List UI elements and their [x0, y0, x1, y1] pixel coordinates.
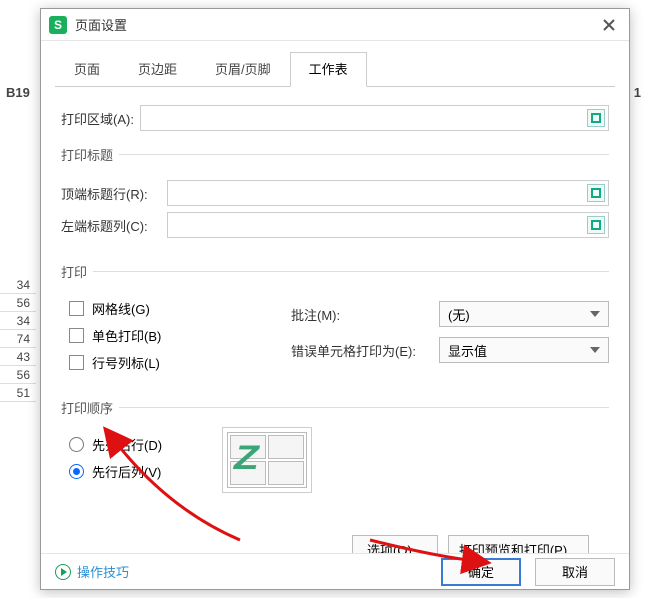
range-picker-icon[interactable] — [587, 184, 605, 202]
page-setup-dialog: S 页面设置 页面 页边距 页眉/页脚 工作表 打印区域(A): 打印标题 顶端… — [40, 8, 630, 590]
order-down-over-radio[interactable] — [69, 437, 84, 452]
dialog-title: 页面设置 — [75, 15, 597, 34]
gridlines-label: 网格线(G) — [92, 299, 150, 318]
errors-value: 显示值 — [448, 341, 487, 360]
top-title-rows-label: 顶端标题行(R): — [61, 184, 161, 203]
tips-link[interactable]: 操作技巧 — [77, 562, 129, 581]
tabs: 页面 页边距 页眉/页脚 工作表 — [41, 41, 629, 86]
order-over-down-radio[interactable] — [69, 464, 84, 479]
cell-ref: B19 — [6, 85, 30, 100]
print-options-group: 打印 网格线(G) 单色打印(B) 行号列标(L) — [61, 262, 609, 384]
errors-label: 错误单元格打印为(E): — [291, 341, 431, 360]
comments-value: (无) — [448, 305, 470, 324]
left-title-cols-label: 左端标题列(C): — [61, 216, 161, 235]
gridlines-checkbox[interactable] — [69, 301, 84, 316]
col-hdr-right: 1 — [634, 85, 641, 100]
range-picker-icon[interactable] — [587, 109, 605, 127]
titlebar: S 页面设置 — [41, 9, 629, 41]
print-preview-button[interactable]: 打印预览和打印(P)... — [448, 535, 589, 553]
left-title-cols-input[interactable] — [167, 212, 609, 238]
print-area-input[interactable] — [140, 105, 609, 131]
print-legend: 打印 — [61, 262, 93, 281]
dialog-footer: 操作技巧 确定 取消 — [41, 553, 629, 589]
monochrome-checkbox[interactable] — [69, 328, 84, 343]
row-col-headers-label: 行号列标(L) — [92, 353, 160, 372]
tab-page[interactable]: 页面 — [55, 52, 119, 87]
comments-select[interactable]: (无) — [439, 301, 609, 327]
dialog-body: 打印区域(A): 打印标题 顶端标题行(R): 左端标题列(C): — [41, 87, 629, 553]
tab-header-footer[interactable]: 页眉/页脚 — [196, 52, 290, 87]
order-over-down-label: 先行后列(V) — [92, 462, 161, 481]
ok-button[interactable]: 确定 — [441, 558, 521, 586]
order-preview: Z — [222, 427, 312, 493]
print-titles-group: 打印标题 顶端标题行(R): 左端标题列(C): — [61, 145, 609, 248]
play-icon — [55, 564, 71, 580]
top-title-rows-input[interactable] — [167, 180, 609, 206]
tab-sheet[interactable]: 工作表 — [290, 52, 367, 87]
close-icon[interactable] — [597, 13, 621, 37]
tab-margins[interactable]: 页边距 — [119, 52, 196, 87]
cancel-button[interactable]: 取消 — [535, 558, 615, 586]
print-order-legend: 打印顺序 — [61, 398, 119, 417]
order-down-over-label: 先列后行(D) — [92, 435, 162, 454]
errors-select[interactable]: 显示值 — [439, 337, 609, 363]
app-icon: S — [49, 16, 67, 34]
options-button[interactable]: 选项(O)... — [352, 535, 438, 553]
comments-label: 批注(M): — [291, 305, 431, 324]
monochrome-label: 单色打印(B) — [92, 326, 161, 345]
chevron-down-icon — [590, 311, 600, 317]
chevron-down-icon — [590, 347, 600, 353]
print-order-group: 打印顺序 先列后行(D) 先行后列(V) — [61, 398, 609, 497]
print-titles-legend: 打印标题 — [61, 145, 119, 164]
range-picker-icon[interactable] — [587, 216, 605, 234]
print-area-label: 打印区域(A): — [61, 109, 134, 128]
row-col-headers-checkbox[interactable] — [69, 355, 84, 370]
